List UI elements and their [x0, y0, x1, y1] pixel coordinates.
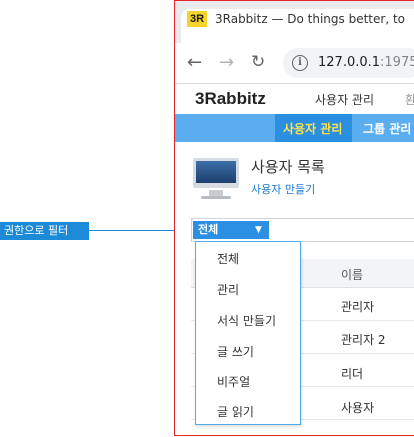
role-filter-dropdown — [195, 241, 301, 425]
chevron-down-icon[interactable]: ▼ — [255, 224, 262, 236]
url-text[interactable]: 127.0.0.1:1975/ — [318, 55, 414, 71]
info-icon[interactable]: i — [292, 55, 308, 71]
dropdown-option-template[interactable]: 서식 만들기 — [217, 312, 276, 329]
menu-user-management[interactable]: 사용자 관리 — [315, 91, 374, 108]
dropdown-option-read[interactable]: 글 읽기 — [217, 403, 254, 420]
dropdown-option-visual[interactable]: 비주얼 — [217, 373, 250, 390]
page-title: 사용자 목록 — [251, 158, 325, 176]
dropdown-option-write[interactable]: 글 쓰기 — [217, 343, 254, 360]
table-cell-name[interactable]: 관리자 2 — [341, 331, 386, 348]
callout-label: 권한으로 필터 — [0, 222, 89, 240]
url-path: :1975/ — [380, 55, 414, 70]
tab-favicon-icon: 3R — [187, 11, 207, 27]
back-arrow-icon[interactable]: ← — [187, 54, 202, 72]
reload-icon[interactable]: ↻ — [251, 53, 265, 71]
table-cell-name[interactable]: 리더 — [341, 365, 363, 382]
dropdown-option-all[interactable]: 전체 — [217, 250, 239, 267]
monitor-base — [201, 196, 231, 199]
url-host: 127.0.0.1 — [318, 55, 381, 70]
table-cell-name[interactable]: 관리자 — [341, 298, 374, 315]
column-header-name[interactable]: 이름 — [341, 266, 363, 283]
create-user-link[interactable]: 사용자 만들기 — [251, 181, 315, 197]
subnav-user-management[interactable]: 사용자 관리 — [283, 120, 342, 137]
tab-title: 3Rabbitz — Do things better, to — [215, 12, 405, 26]
dropdown-option-admin[interactable]: 관리 — [217, 281, 239, 298]
app-logo[interactable]: 3Rabbitz — [195, 89, 266, 109]
browser-window: 3R 3Rabbitz — Do things better, to ← → ↻… — [174, 0, 414, 436]
monitor-icon — [193, 158, 239, 188]
subnav-group-management[interactable]: 그룹 관리 — [363, 120, 411, 137]
menu-next-item[interactable]: 환 — [405, 91, 414, 108]
forward-arrow-icon[interactable]: → — [219, 54, 234, 72]
table-cell-name[interactable]: 사용자 — [341, 399, 374, 416]
